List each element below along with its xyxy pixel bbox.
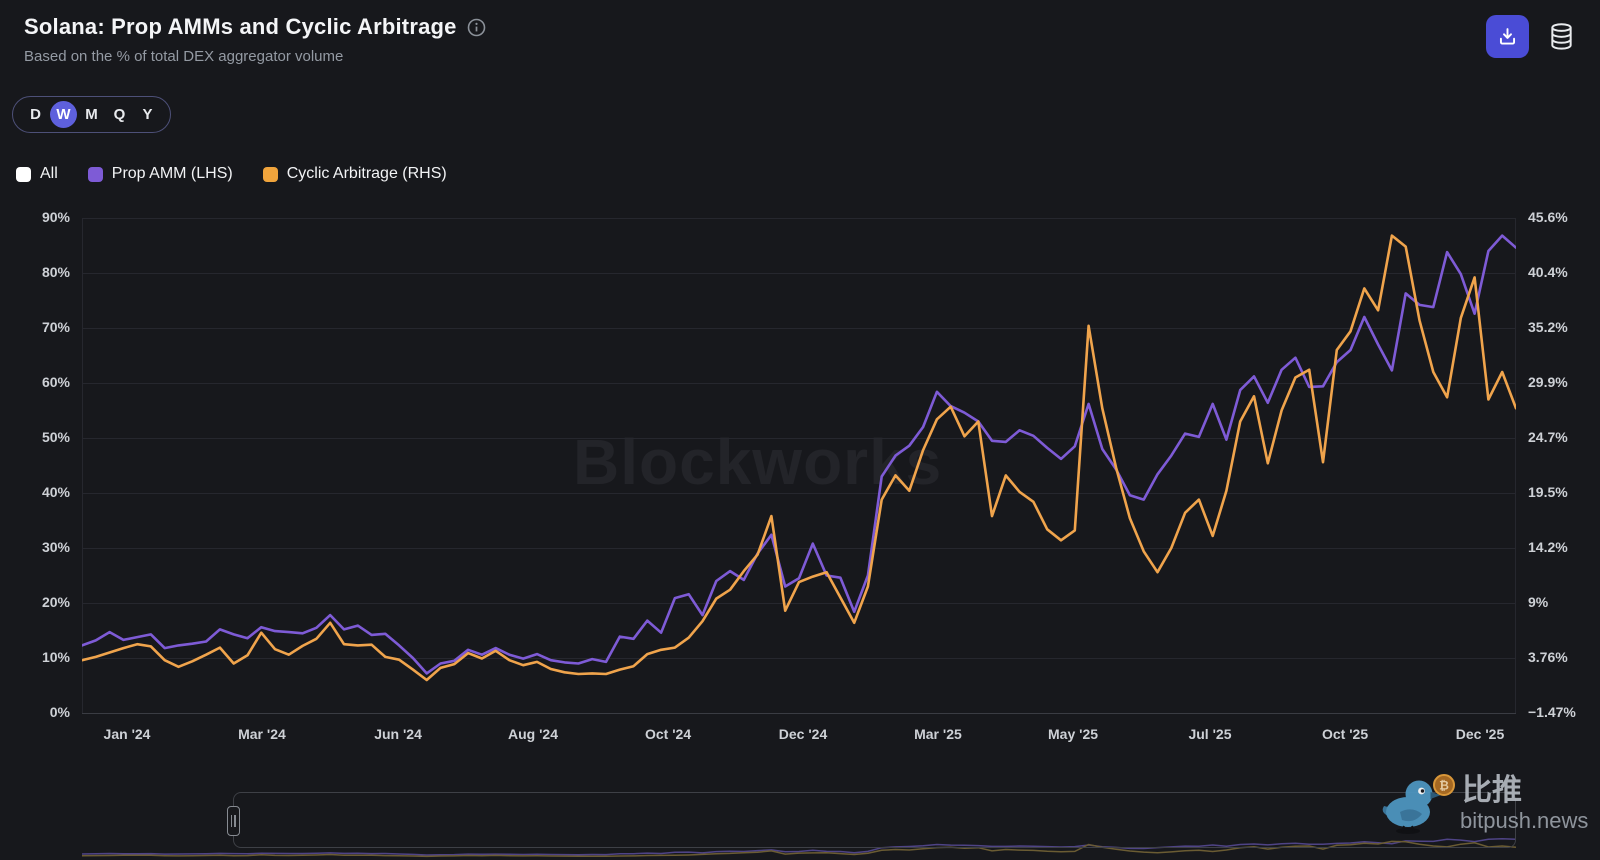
axis-tick-label: 30% [41, 538, 70, 555]
axis-tick-label: 9% [1528, 593, 1549, 610]
x-axis-tick-label: Jun '24 [374, 726, 422, 742]
axis-tick-label: 19.5% [1528, 483, 1568, 500]
period-option-m[interactable]: M [78, 101, 105, 128]
bitcoin-coin-icon: ₿ [1433, 774, 1455, 796]
bitpush-watermark: ₿ 比推 bitpush.news [1378, 768, 1593, 851]
x-axis-tick-label: Mar '25 [914, 726, 962, 742]
axis-tick-label: 50% [41, 428, 70, 445]
axis-tick-label: −1.47% [1528, 703, 1576, 720]
axis-tick-label: 0% [49, 703, 70, 720]
legend-item-2[interactable]: Cyclic Arbitrage (RHS) [262, 165, 447, 183]
period-option-d[interactable]: D [22, 101, 49, 128]
axis-tick-label: 40% [41, 483, 70, 500]
navigator-handle[interactable] [226, 806, 240, 836]
x-axis-tick-label: Dec '24 [778, 726, 828, 742]
axis-tick-label: 45.6% [1528, 208, 1568, 225]
legend-swatch [16, 166, 31, 182]
period-selector: DWMQY [12, 96, 171, 133]
axis-tick-label: 29.9% [1528, 373, 1568, 390]
legend-swatch [87, 166, 103, 182]
info-icon[interactable] [467, 18, 486, 37]
axis-tick-label: 14.2% [1528, 538, 1568, 555]
x-axis-tick-label: Aug '24 [507, 726, 558, 742]
axis-tick-label: 35.2% [1528, 318, 1568, 335]
legend-label: All [40, 165, 58, 182]
data-source-button[interactable] [1546, 21, 1577, 52]
axis-tick-label: 3.76% [1528, 648, 1568, 665]
x-axis-tick-label: May '25 [1048, 726, 1099, 742]
x-axis-tick-label: Oct '24 [644, 726, 692, 742]
x-axis-tick-label: Jan '24 [103, 726, 151, 742]
axis-tick-label: 80% [41, 263, 70, 280]
x-axis-tick-label: Oct '25 [1321, 726, 1369, 742]
title-text: Solana: Prop AMMs and Cyclic Arbitrage [24, 14, 457, 39]
chart-card: Solana: Prop AMMs and Cyclic Arbitrage B… [0, 0, 1600, 860]
axis-tick-label: 60% [41, 373, 70, 390]
axis-tick-label: 40.4% [1528, 263, 1568, 280]
axis-tick-label: 20% [41, 593, 70, 610]
bitpush-site: bitpush.news [1460, 808, 1588, 833]
chart-legend: All Prop AMM (LHS) Cyclic Arbitrage (RHS) [16, 165, 447, 183]
period-option-y[interactable]: Y [134, 101, 161, 128]
axis-tick-label: 70% [41, 318, 70, 335]
axis-tick-label: 90% [41, 208, 70, 225]
plot-area[interactable] [82, 218, 1516, 714]
legend-item-1[interactable]: Prop AMM (LHS) [87, 165, 233, 183]
bird-logo-icon [1382, 780, 1441, 834]
database-icon [1551, 23, 1572, 50]
navigator-selection[interactable] [233, 792, 1516, 848]
x-axis-tick-label: Mar '24 [238, 726, 286, 742]
legend-swatch [262, 166, 278, 182]
legend-label: Cyclic Arbitrage (RHS) [286, 165, 447, 182]
x-axis-tick-label: Jul '25 [1188, 726, 1232, 742]
legend-label: Prop AMM (LHS) [111, 165, 233, 182]
page-title: Solana: Prop AMMs and Cyclic Arbitrage [24, 14, 486, 40]
period-option-q[interactable]: Q [106, 101, 133, 128]
axis-tick-label: 10% [41, 648, 70, 665]
legend-item-0[interactable]: All [16, 165, 58, 183]
download-button[interactable] [1486, 15, 1529, 58]
period-option-w[interactable]: W [50, 101, 77, 128]
axis-tick-label: 24.7% [1528, 428, 1568, 445]
x-axis-tick-label: Dec '25 [1455, 726, 1505, 742]
bitpush-cjk: 比推 [1462, 773, 1522, 808]
chart-subtitle: Based on the % of total DEX aggregator v… [24, 48, 344, 65]
coin-symbol: ₿ [1439, 779, 1449, 793]
download-icon [1499, 28, 1516, 45]
